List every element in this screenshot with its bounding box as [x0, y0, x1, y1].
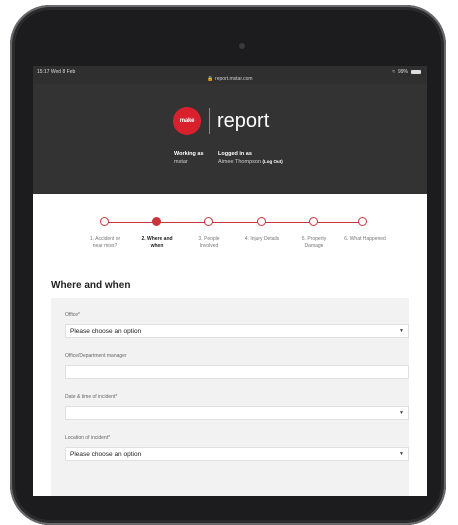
front-camera	[239, 43, 245, 49]
step-label-5-line2: Damage	[304, 242, 324, 249]
logout-link[interactable]: (Log Out)	[263, 159, 283, 164]
working-as-value: mstar	[174, 159, 188, 165]
brand-logo-text: make	[179, 118, 195, 124]
status-indicators: ≈ 99%	[392, 69, 421, 75]
wifi-icon: ≈	[392, 69, 395, 75]
user-name: Aimee Thompson	[218, 159, 262, 165]
step-label-1[interactable]: 1. Accident or near miss?	[79, 236, 131, 250]
datetime-label: Date & time of incident*	[65, 394, 118, 400]
step-label-1-line1: 1. Accident or	[89, 236, 121, 242]
brand-logo: make	[173, 107, 201, 135]
working-as: Working as mstar	[174, 151, 204, 165]
logged-in-row: Aimee Thompson (Log Out)	[218, 159, 283, 165]
step-label-6[interactable]: 6. What Happened	[335, 236, 395, 243]
step-dot-6[interactable]	[358, 217, 367, 226]
app-header: make report Working as mstar Logged in a…	[33, 84, 427, 194]
form-panel: Office* Please choose an option ▼ Office…	[51, 298, 409, 496]
step-label-3-line1: 3. People	[198, 236, 220, 242]
url-text: report.mstar.com	[215, 76, 253, 82]
battery-percent: 99%	[397, 69, 408, 75]
chevron-down-icon: ▼	[399, 451, 404, 457]
battery-icon	[411, 70, 421, 74]
chevron-down-icon: ▼	[399, 328, 404, 334]
step-label-3-line2: Involved	[199, 242, 219, 249]
step-label-3[interactable]: 3. People Involved	[183, 236, 235, 250]
status-time: 15:17 Wed 8 Feb	[37, 69, 76, 75]
location-select[interactable]: Please choose an option ▼	[65, 447, 409, 461]
step-label-4[interactable]: 4. Injury Details	[236, 236, 288, 243]
step-dot-5[interactable]	[309, 217, 318, 226]
manager-label: Office/Department manager	[65, 353, 127, 359]
location-select-value: Please choose an option	[70, 451, 142, 458]
stepper-line	[105, 222, 363, 223]
logged-in: Logged in as Aimee Thompson (Log Out)	[218, 151, 283, 165]
lock-icon: 🔒	[207, 76, 214, 82]
location-label: Location of incident*	[65, 435, 111, 441]
step-dot-4[interactable]	[257, 217, 266, 226]
section-title: Where and when	[51, 280, 131, 291]
step-label-6-line1: 6. What Happened	[344, 236, 386, 242]
logo-divider	[209, 108, 210, 134]
logged-in-label: Logged in as	[218, 151, 252, 157]
working-as-label: Working as	[174, 151, 204, 157]
step-label-4-line1: 4. Injury Details	[244, 236, 280, 242]
app-title: report	[217, 109, 270, 132]
step-label-2[interactable]: 2. Where and when	[131, 236, 183, 250]
step-label-2-line2: when	[150, 242, 164, 249]
progress-stepper: 1. Accident or near miss? 2. Where and w…	[33, 216, 427, 266]
datetime-select[interactable]: ▼	[65, 406, 409, 420]
brand[interactable]: make report	[173, 107, 269, 135]
step-label-2-line1: 2. Where and	[141, 236, 173, 242]
step-label-5[interactable]: 5. Property Damage	[288, 236, 340, 250]
office-label: Office*	[65, 312, 80, 318]
screen: 15:17 Wed 8 Feb ≈ 99% 🔒 report.mstar.com…	[33, 66, 427, 496]
status-bar: 15:17 Wed 8 Feb ≈ 99% 🔒 report.mstar.com	[33, 66, 427, 84]
step-label-5-line1: 5. Property	[301, 236, 327, 242]
office-select[interactable]: Please choose an option ▼	[65, 324, 409, 338]
step-dot-3[interactable]	[204, 217, 213, 226]
office-select-value: Please choose an option	[70, 328, 142, 335]
step-dot-1[interactable]	[100, 217, 109, 226]
step-label-1-line2: near miss?	[92, 242, 118, 249]
chevron-down-icon: ▼	[399, 410, 404, 416]
step-dot-2[interactable]	[152, 217, 161, 226]
manager-input[interactable]	[65, 365, 409, 379]
address-bar[interactable]: 🔒 report.mstar.com	[33, 76, 427, 82]
